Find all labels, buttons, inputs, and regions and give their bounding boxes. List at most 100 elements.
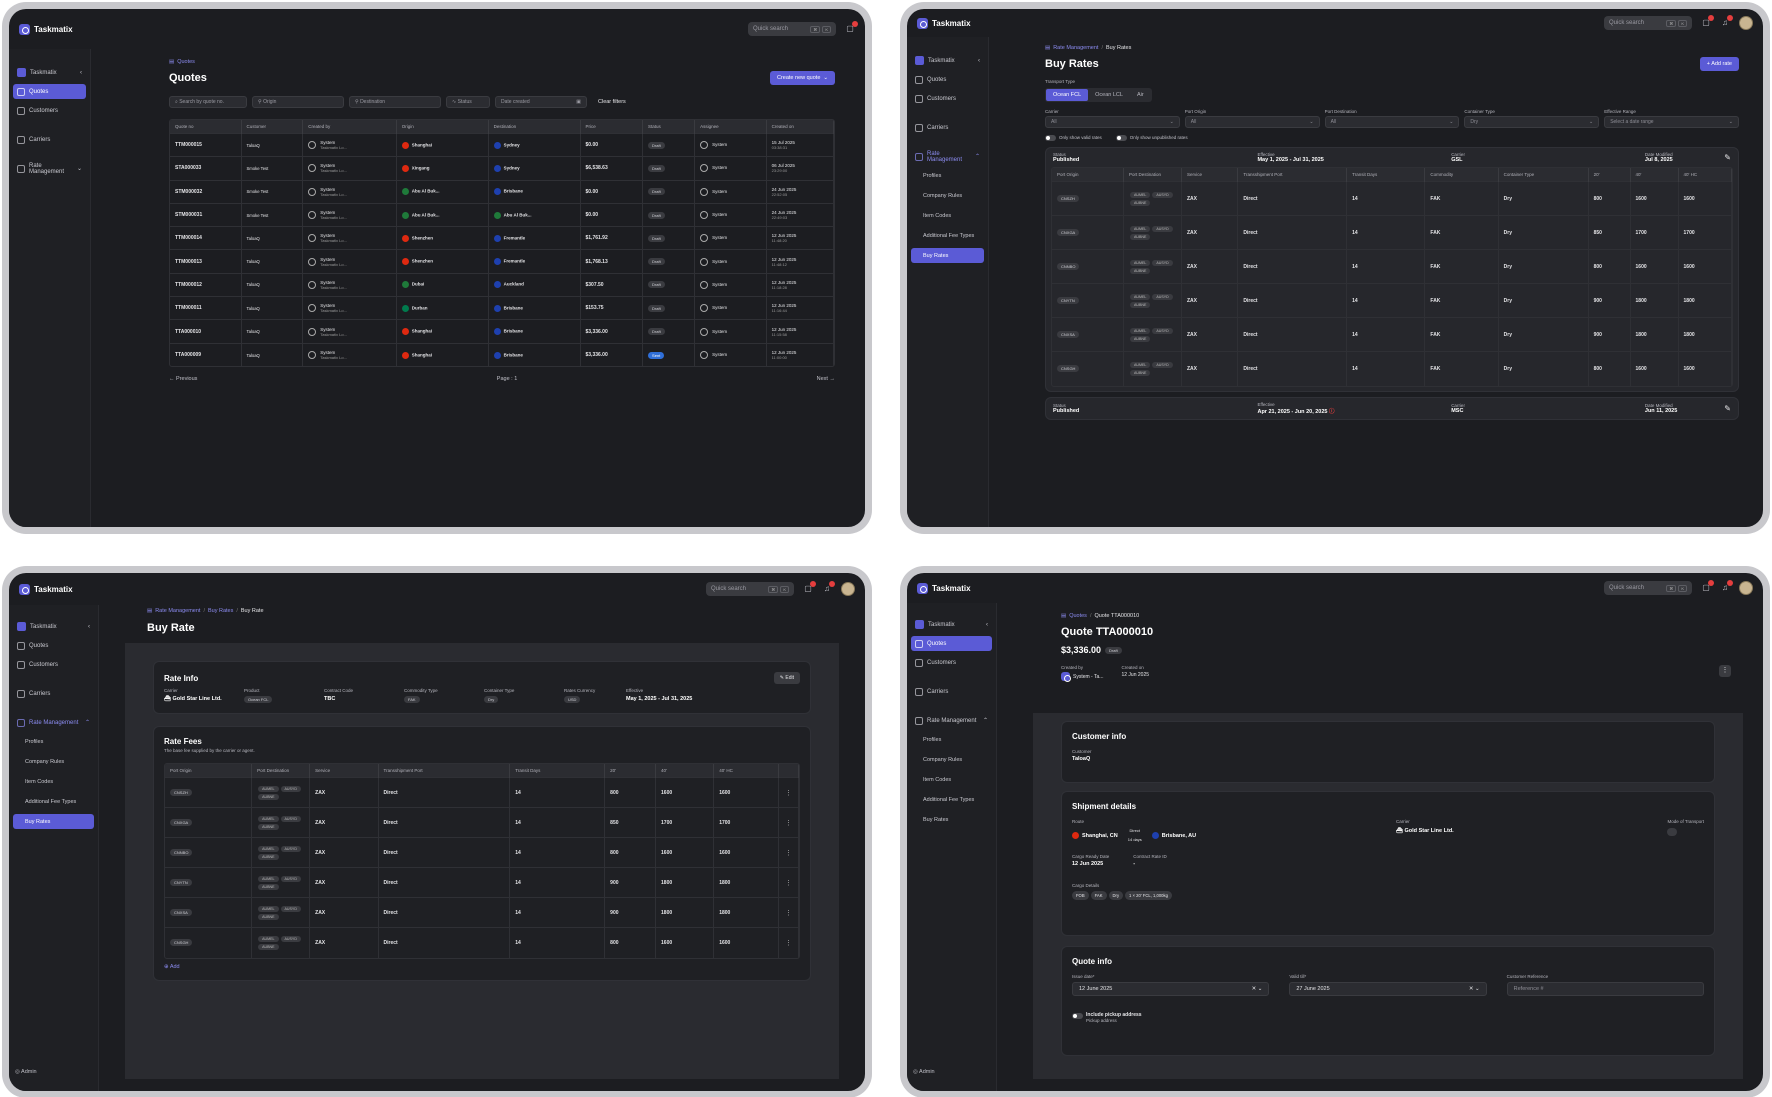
user-menu[interactable]: ◎ Admin xyxy=(15,1069,37,1075)
assignee-cell[interactable]: System xyxy=(694,132,767,157)
origin-filter[interactable]: ⚲ Origin xyxy=(252,96,344,108)
table-row[interactable]: TTA000009 TaloaQ System Taskmatix Lo... Shan… xyxy=(170,342,834,367)
rate-card-gsl[interactable]: Status Published Effective May 1, 2025 - J… xyxy=(1045,147,1739,392)
table-row[interactable]: TTM000011 TaloaQ System Taskmatix Lo... Durb… xyxy=(170,296,834,320)
app-logo[interactable]: Taskmatix xyxy=(19,23,73,35)
assignee-cell[interactable]: System xyxy=(694,272,767,297)
sidebar-item-buy-rates[interactable]: Buy Rates xyxy=(13,814,94,829)
filter-select[interactable]: All ⌄ xyxy=(1045,116,1180,128)
avatar[interactable] xyxy=(1739,16,1753,30)
chat-icon[interactable]: ▢ xyxy=(803,581,816,594)
sidebar-item-quotes[interactable]: Quotes xyxy=(911,636,992,651)
quick-search-button[interactable]: Quick search ⌘ K xyxy=(1604,581,1692,595)
assignee-cell[interactable]: System xyxy=(694,249,767,274)
row-actions-icon[interactable]: ⋮ xyxy=(778,897,799,928)
sidebar-item-carriers[interactable]: Carriers xyxy=(13,132,86,147)
column-header[interactable]: Created by xyxy=(302,120,397,134)
sidebar-item-rate-management[interactable]: Rate Management ⌃ xyxy=(911,149,984,164)
filter-select[interactable]: All ⌄ xyxy=(1184,116,1320,128)
chat-icon[interactable]: ▢ xyxy=(1701,580,1714,593)
breadcrumb-rate-management[interactable]: Rate Management xyxy=(1053,45,1098,51)
table-row[interactable]: CNSZH AUMEL AUSYDAUBNE ZAX Direct 14 800 1600 16… xyxy=(165,777,799,808)
workspace-switcher[interactable]: Taskmatix ‹ xyxy=(13,65,86,80)
sidebar-item-item-codes[interactable]: Item Codes xyxy=(13,774,94,789)
date-filter[interactable]: Date created ▣ xyxy=(495,96,587,108)
quote-number[interactable]: TTA000009 xyxy=(170,342,242,367)
sidebar-item-company-rules[interactable]: Company Rules xyxy=(911,188,984,203)
quote-number[interactable]: TTM000014 xyxy=(170,226,242,250)
sidebar-item-fee-types[interactable]: Additional Fee Types xyxy=(13,794,94,809)
column-header[interactable]: Destination xyxy=(488,120,581,134)
search-input[interactable]: ⌕ Search by quote no. xyxy=(169,96,247,108)
sidebar-item-rate-management[interactable]: Rate Management ⌃ xyxy=(13,715,94,730)
row-actions-icon[interactable]: ⋮ xyxy=(778,807,799,838)
table-row[interactable]: TTM000015 TaloaQ System Taskmatix Lo... Shan… xyxy=(170,132,834,157)
quote-number[interactable]: TTA000010 xyxy=(170,319,242,344)
valid-till-input[interactable]: 27 June 2025 ✕ ⌄ xyxy=(1289,982,1487,996)
column-header[interactable]: Price xyxy=(580,120,644,134)
table-row[interactable]: CNNBO AUMEL AUSYDAUBNE ZAX Direct 14 FAK Dry 800… xyxy=(1052,249,1732,284)
table-row[interactable]: TTM000012 TaloaQ System Taskmatix Lo... Duba… xyxy=(170,272,834,297)
collapse-icon[interactable]: ‹ xyxy=(978,58,980,64)
issue-date-input[interactable]: 12 June 2025 ✕ ⌄ xyxy=(1072,982,1270,996)
sidebar-item-profiles[interactable]: Profiles xyxy=(911,168,984,183)
more-actions-button[interactable]: ⋮ xyxy=(1719,665,1731,677)
edit-button[interactable]: ✎ Edit xyxy=(773,672,800,684)
table-row[interactable]: CNSGH AUMEL AUSYDAUBNE ZAX Direct 14 FAK Dry 800… xyxy=(1052,351,1732,386)
clear-chevron-icon[interactable]: ✕ ⌄ xyxy=(1252,986,1263,992)
table-row[interactable]: CNXGA AUMEL AUSYDAUBNE ZAX Direct 14 850 1700 17… xyxy=(165,807,799,838)
table-row[interactable]: STM000031 Smoke Test System Taskmatix Lo...… xyxy=(170,202,834,227)
tab-ocean-lcl[interactable]: Ocean LCL xyxy=(1088,89,1130,101)
app-logo[interactable]: Taskmatix xyxy=(917,582,971,594)
column-header[interactable]: Created on xyxy=(766,120,834,134)
column-header[interactable]: Status xyxy=(642,120,696,134)
assignee-cell[interactable]: System xyxy=(694,202,767,227)
sidebar-item-profiles[interactable]: Profiles xyxy=(13,734,94,749)
quick-search-button[interactable]: Quick search ⌘ K xyxy=(748,22,836,36)
sidebar-item-carriers[interactable]: Carriers xyxy=(911,120,984,135)
filter-select[interactable]: All ⌄ xyxy=(1324,116,1460,128)
table-row[interactable]: STM000032 Smoke Test System Taskmatix Lo...… xyxy=(170,179,834,204)
quote-number[interactable]: TTM000013 xyxy=(170,249,242,274)
tab-ocean-fcl[interactable]: Ocean FCL xyxy=(1046,89,1089,101)
sidebar-item-item-codes[interactable]: Item Codes xyxy=(911,208,984,223)
assignee-cell[interactable]: System xyxy=(694,342,767,367)
sidebar-item-fee-types[interactable]: Additional Fee Types xyxy=(911,228,984,243)
table-row[interactable]: CNXSA AUMEL AUSYDAUBNE ZAX Direct 14 900 1800 18… xyxy=(165,897,799,928)
column-header[interactable]: Quote no xyxy=(170,120,242,134)
sidebar-item-carriers[interactable]: Carriers xyxy=(911,684,992,699)
column-header[interactable]: Customer xyxy=(241,120,304,134)
collapse-icon[interactable]: ‹ xyxy=(88,624,90,630)
workspace-switcher[interactable]: Taskmatix ‹ xyxy=(911,53,984,68)
column-header[interactable]: Origin xyxy=(396,120,489,134)
chat-icon[interactable]: ▢ xyxy=(845,21,858,34)
table-row[interactable]: CNSGH AUMEL AUSYDAUBNE ZAX Direct 14 800 1600 16… xyxy=(165,927,799,958)
app-logo[interactable]: Taskmatix xyxy=(19,583,73,595)
column-header[interactable]: Assignee xyxy=(694,120,767,134)
sidebar-item-carriers[interactable]: Carriers xyxy=(13,686,94,701)
breadcrumb-quotes[interactable]: Quotes xyxy=(1069,613,1087,619)
sidebar-item-rate-management[interactable]: Rate Management ⌃ xyxy=(911,713,992,728)
collapse-icon[interactable]: ‹ xyxy=(986,622,988,628)
user-menu[interactable]: ◎ Admin xyxy=(913,1069,935,1075)
add-fee-button[interactable]: ⊕ Add xyxy=(164,964,800,970)
bell-icon[interactable]: ♫ xyxy=(822,581,835,594)
breadcrumb-quotes[interactable]: Quotes xyxy=(177,59,195,65)
assignee-cell[interactable]: System xyxy=(694,296,767,320)
filter-select[interactable]: Select a date range ⌄ xyxy=(1604,116,1739,128)
unpublished-rates-toggle[interactable]: Only show unpublished rates xyxy=(1115,135,1188,141)
bell-icon[interactable]: ♫ xyxy=(1720,15,1733,28)
sidebar-item-company-rules[interactable]: Company Rules xyxy=(911,752,992,767)
row-actions-icon[interactable]: ⋮ xyxy=(778,777,799,808)
destination-filter[interactable]: ⚲ Destination xyxy=(349,96,441,108)
chat-icon[interactable]: ▢ xyxy=(1701,15,1714,28)
create-quote-button[interactable]: Create new quote ⌄ xyxy=(769,71,835,85)
sidebar-item-company-rules[interactable]: Company Rules xyxy=(13,754,94,769)
app-logo[interactable]: Taskmatix xyxy=(917,17,971,29)
status-filter[interactable]: ∿ Status xyxy=(446,96,490,108)
breadcrumb-rate-management[interactable]: Rate Management xyxy=(155,608,200,614)
quote-number[interactable]: TTM000011 xyxy=(170,296,242,320)
sidebar-item-customers[interactable]: Customers xyxy=(911,91,984,106)
quote-number[interactable]: STM000031 xyxy=(170,202,242,227)
workspace-switcher[interactable]: Taskmatix ‹ xyxy=(911,617,992,632)
